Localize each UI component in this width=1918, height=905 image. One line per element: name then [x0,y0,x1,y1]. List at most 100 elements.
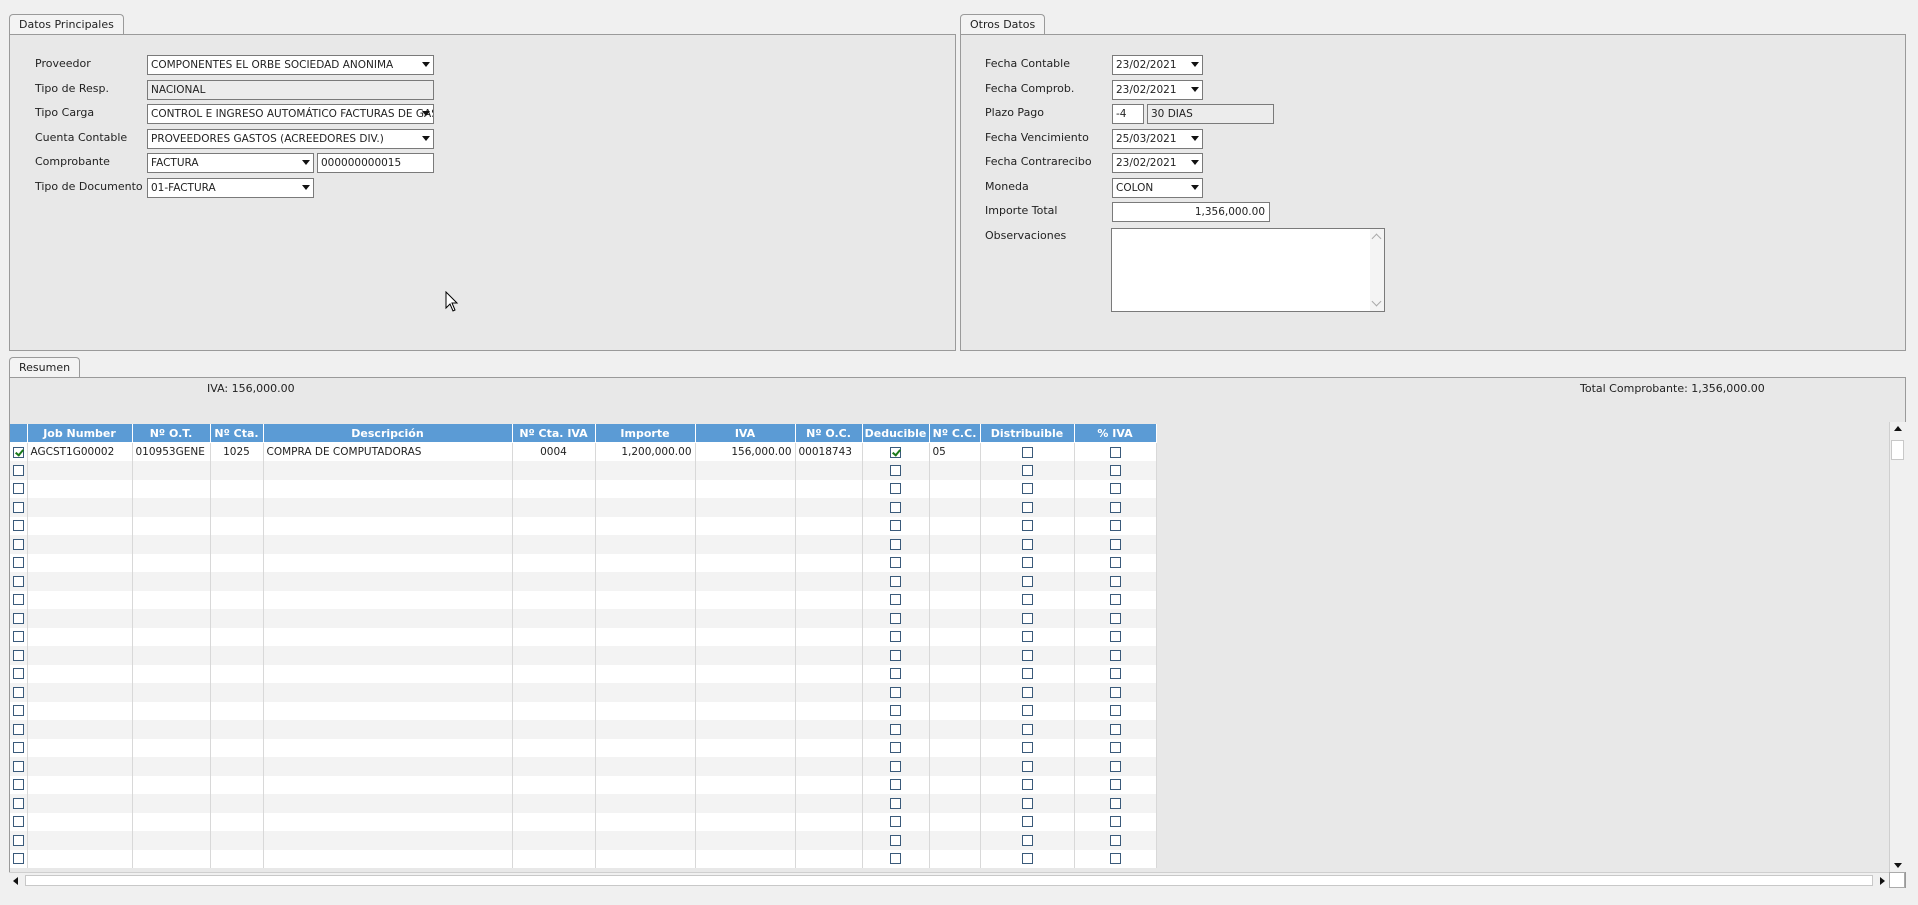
piva-cell[interactable] [1074,683,1157,702]
table-row[interactable] [10,572,1157,591]
scroll-up-icon[interactable] [1894,426,1902,431]
grid-cell[interactable] [210,849,264,868]
grid-cell[interactable] [263,738,513,757]
piva-checkbox[interactable] [1109,501,1121,513]
grid-cell[interactable] [595,590,696,609]
grid-cell[interactable] [27,664,133,683]
piva-cell[interactable] [1074,646,1157,665]
row-select-cell[interactable] [10,535,28,554]
deducible-checkbox[interactable] [890,446,901,458]
deducible-cell[interactable] [862,683,930,702]
distribuible-checkbox[interactable] [1021,446,1033,458]
grid-cell[interactable] [263,683,513,702]
grid-cell[interactable] [795,701,863,720]
grid-cell[interactable] [795,553,863,572]
row-select-checkbox[interactable] [12,501,24,513]
piva-cell[interactable] [1074,701,1157,720]
row-select-cell[interactable] [10,553,28,572]
grid-cell[interactable] [795,831,863,850]
distribuible-cell[interactable] [980,831,1075,850]
grid-cell[interactable] [512,775,596,794]
table-row[interactable] [10,757,1157,776]
grid-cell[interactable] [263,479,513,498]
grid-cell[interactable] [27,757,133,776]
grid-cell[interactable] [27,553,133,572]
grid-cell[interactable] [132,572,211,591]
grid-cell[interactable] [929,812,981,831]
grid-cell[interactable] [695,701,796,720]
grid-cell[interactable] [795,664,863,683]
grid-cell[interactable] [795,757,863,776]
grid-cell[interactable] [512,646,596,665]
grid-cell[interactable] [132,757,211,776]
distribuible-checkbox[interactable] [1021,705,1033,717]
distribuible-checkbox[interactable] [1021,760,1033,772]
row-select-cell[interactable] [10,646,28,665]
grid-cell[interactable] [595,849,696,868]
column-header[interactable]: Job Number [27,424,133,443]
row-select-cell[interactable] [10,498,28,517]
deducible-cell[interactable] [862,812,930,831]
grid-cell[interactable] [27,590,133,609]
grid-cell[interactable] [795,535,863,554]
grid-cell[interactable] [929,664,981,683]
grid-cell[interactable] [210,461,264,480]
grid-cell[interactable] [263,757,513,776]
grid-cell[interactable] [595,498,696,517]
row-select-checkbox[interactable] [12,446,24,458]
column-header[interactable]: Importe [595,424,696,443]
grid-cell[interactable] [595,516,696,535]
grid-cell[interactable] [695,849,796,868]
distribuible-checkbox[interactable] [1021,649,1033,661]
piva-checkbox[interactable] [1109,631,1121,643]
table-row[interactable] [10,738,1157,757]
piva-checkbox[interactable] [1109,446,1121,458]
cc-cell[interactable]: 05 [929,442,981,461]
column-header[interactable]: Distribuible [980,424,1075,443]
table-row[interactable]: AGCST1G00002 010953GENE 1025 COMPRA DE COMP… [10,442,1157,461]
grid-cell[interactable] [210,664,264,683]
grid-cell[interactable] [210,701,264,720]
deducible-cell[interactable] [862,775,930,794]
piva-cell[interactable] [1074,442,1157,461]
column-header[interactable]: Nº Cta. [210,424,264,443]
distribuible-cell[interactable] [980,498,1075,517]
row-select-checkbox[interactable] [12,816,24,828]
deducible-cell[interactable] [862,701,930,720]
grid-cell[interactable] [929,831,981,850]
deducible-checkbox[interactable] [890,594,901,606]
fecha-vencimiento-picker[interactable]: 25/03/2021 [1112,129,1203,149]
grid-cell[interactable] [210,720,264,739]
row-select-checkbox[interactable] [12,779,24,791]
distribuible-checkbox[interactable] [1021,631,1033,643]
grid-cell[interactable] [695,590,796,609]
grid-cell[interactable] [695,720,796,739]
grid-cell[interactable] [132,627,211,646]
row-select-cell[interactable] [10,627,28,646]
grid-cell[interactable] [210,757,264,776]
distribuible-checkbox[interactable] [1021,612,1033,624]
deducible-checkbox[interactable] [890,483,901,495]
grid-cell[interactable] [132,646,211,665]
deducible-cell[interactable] [862,664,930,683]
grid-cell[interactable] [795,479,863,498]
grid-cell[interactable] [595,627,696,646]
row-select-cell[interactable] [10,590,28,609]
piva-cell[interactable] [1074,720,1157,739]
grid-cell[interactable] [929,516,981,535]
grid-cell[interactable] [929,572,981,591]
importe-cell[interactable]: 1,200,000.00 [595,442,696,461]
distribuible-checkbox[interactable] [1021,853,1033,865]
grid-cell[interactable] [929,498,981,517]
grid-cell[interactable] [795,609,863,628]
table-row[interactable] [10,794,1157,813]
cta-iva-cell[interactable]: 0004 [512,442,596,461]
grid-cell[interactable] [595,831,696,850]
row-select-checkbox[interactable] [12,760,24,772]
piva-checkbox[interactable] [1109,594,1121,606]
row-select-checkbox[interactable] [12,705,24,717]
grid-cell[interactable] [512,683,596,702]
grid-cell[interactable] [132,683,211,702]
job-number-cell[interactable]: AGCST1G00002 [27,442,133,461]
distribuible-cell[interactable] [980,757,1075,776]
